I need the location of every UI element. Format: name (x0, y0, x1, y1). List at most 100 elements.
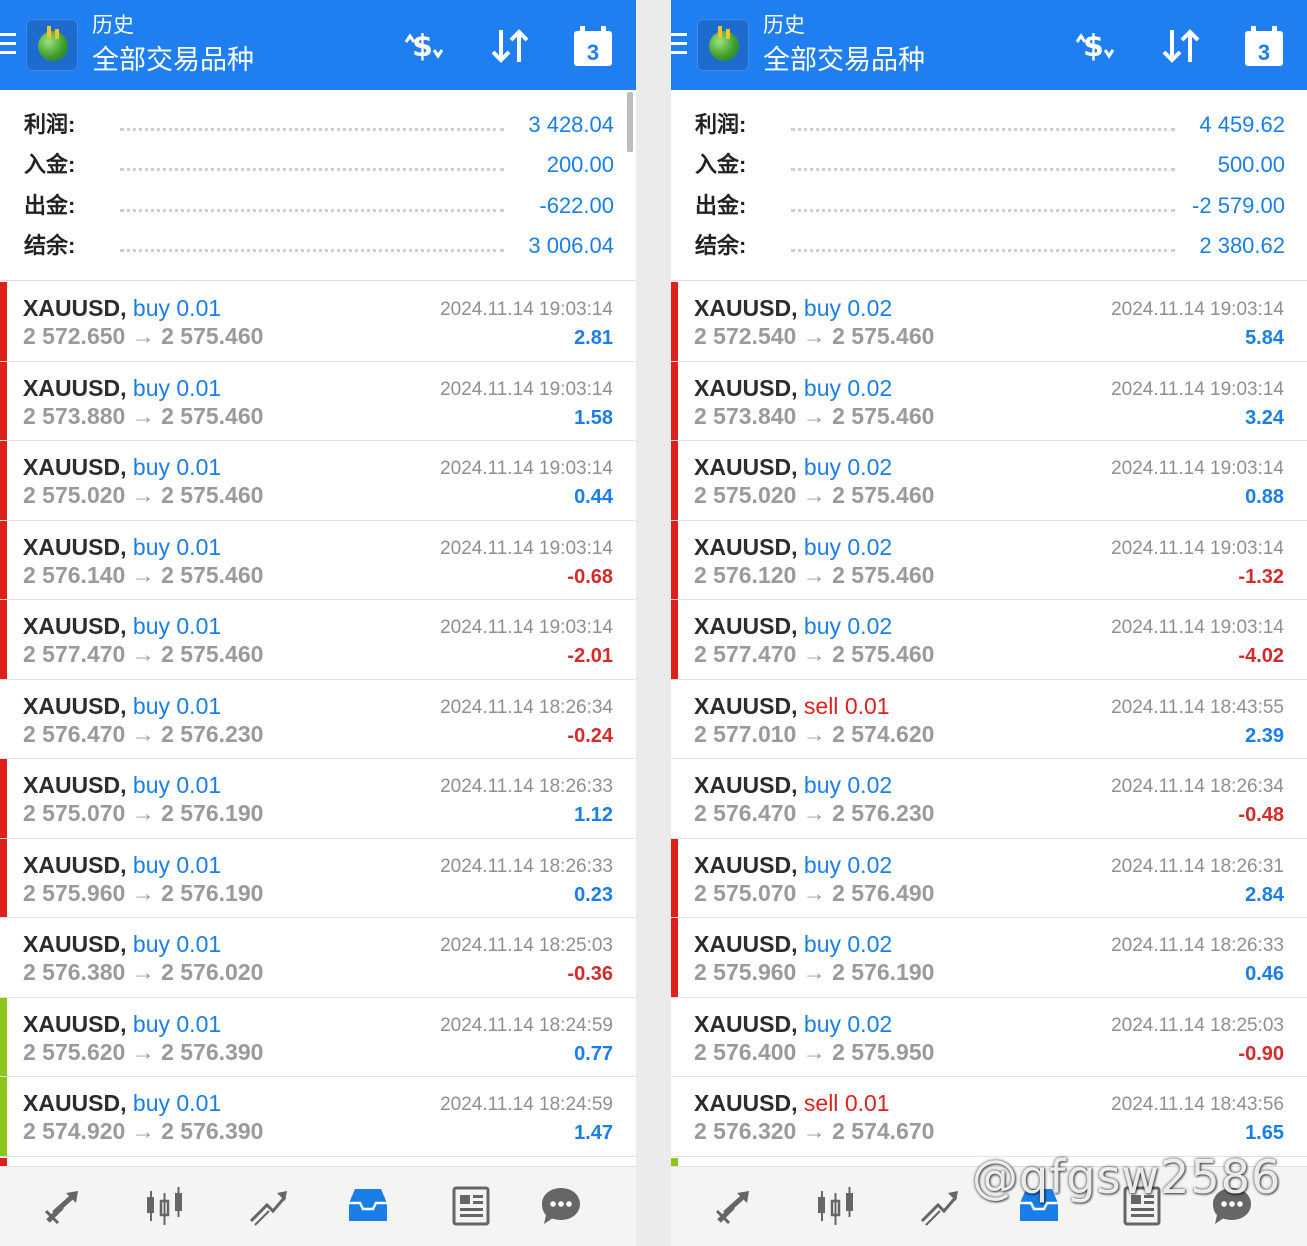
trade-profit: 2.39 (1245, 724, 1284, 747)
trade-symbol: XAUUSD, (23, 851, 127, 878)
trade-row[interactable]: XAUUSD, buy 0.02 2 576.400 → 2 575.950 202… (671, 998, 1307, 1077)
trade-row[interactable]: XAUUSD, buy 0.01 2 575.020 → 2 575.460 202… (0, 441, 636, 521)
arrow-right-icon: → (802, 720, 826, 747)
trade-volume: 0.01 (176, 1010, 222, 1037)
trade-title: XAUUSD, buy 0.02 (694, 374, 892, 402)
arrow-right-icon: → (131, 959, 155, 985)
trade-direction: buy (803, 1010, 841, 1037)
open-price: 2 575.070 (23, 800, 126, 826)
trade-status-stripe (0, 520, 7, 599)
open-price: 2 575.020 (23, 482, 126, 508)
trade-time: 2024.11.14 19:03:14 (1111, 458, 1284, 479)
money-exchange-icon[interactable]: $ (402, 24, 446, 68)
trade-row[interactable]: XAUUSD, buy 0.01 2 572.650 → 2 575.460 202… (0, 282, 636, 362)
trade-profit: -0.90 (1238, 1042, 1284, 1065)
trade-prices: 2 576.320 → 2 574.670 (694, 1117, 934, 1145)
trade-time: 2024.11.14 19:03:14 (440, 458, 613, 479)
trade-profit: 0.46 (1245, 963, 1284, 985)
trade-row[interactable]: XAUUSD, sell 0.01 2 577.010 → 2 574.620 20… (671, 680, 1307, 759)
close-price: 2 574.620 (832, 720, 935, 747)
nav-chart-candles-icon[interactable] (142, 1183, 188, 1229)
trade-prices: 2 575.960 → 2 576.190 (694, 958, 934, 986)
trade-time: 2024.11.14 19:03:14 (1111, 378, 1284, 400)
summary-value: 4 459.62 (1191, 110, 1285, 140)
trade-direction: buy (132, 1010, 170, 1037)
trade-row[interactable]: XAUUSD, buy 0.02 2 575.070 → 2 576.490 202… (671, 838, 1307, 918)
trade-row[interactable]: XAUUSD, buy 0.01 2 573.880 → 2 575.460 202… (0, 361, 636, 441)
trade-profit: 2.81 (574, 327, 613, 349)
trade-title: XAUUSD, buy 0.01 (23, 930, 221, 958)
close-price: 2 575.460 (832, 323, 935, 349)
summary-row-withdrawal: 出金: -2 579.00 (695, 191, 1285, 221)
close-price: 2 576.230 (161, 720, 264, 747)
nav-chat-icon[interactable] (538, 1183, 584, 1229)
symbol-filter[interactable]: 全部交易品种 (763, 44, 925, 76)
trade-row[interactable]: XAUUSD, buy 0.02 2 575.020 → 2 575.460 202… (671, 441, 1307, 521)
trade-row[interactable]: XAUUSD, buy 0.01 2 575.070 → 2 576.190 202… (0, 759, 636, 839)
arrow-right-icon: → (802, 959, 826, 985)
calendar-icon[interactable]: 3 (1242, 24, 1286, 68)
nav-history-icon[interactable] (345, 1183, 391, 1229)
trade-symbol: XAUUSD, (23, 613, 127, 639)
trade-direction: buy (803, 295, 841, 321)
open-price: 2 577.470 (694, 641, 797, 667)
trade-status-stripe (671, 600, 678, 679)
account-summary: 利润: 3 428.04 入金: 200.00 出金: -622.00 结余: … (0, 90, 636, 281)
trade-volume: 0.01 (176, 772, 222, 798)
trade-row[interactable]: XAUUSD, buy 0.01 2 574.920 → 2 576.390 202… (0, 1077, 636, 1157)
trade-row[interactable]: XAUUSD, buy 0.02 2 575.960 → 2 576.190 202… (671, 918, 1307, 998)
trade-row[interactable]: XAUUSD, buy 0.02 2 576.470 → 2 576.230 202… (671, 759, 1307, 839)
trade-time: 2024.11.14 19:03:14 (440, 378, 613, 400)
app-header: 历史 全部交易品种 $ 3 (0, 0, 636, 90)
open-price: 2 573.840 (694, 402, 797, 429)
trade-row[interactable]: XAUUSD, buy 0.01 2 575.620 → 2 576.390 202… (0, 997, 636, 1077)
trade-row[interactable]: XAUUSD, buy 0.02 2 573.840 → 2 575.460 202… (671, 361, 1307, 441)
trade-status-stripe (0, 759, 7, 838)
nav-trade-icon[interactable] (245, 1183, 291, 1229)
trade-direction: buy (132, 772, 170, 798)
nav-trade-icon[interactable] (916, 1183, 962, 1229)
trade-title: XAUUSD, buy 0.02 (694, 294, 892, 322)
open-price: 2 576.470 (23, 720, 126, 747)
calendar-icon[interactable]: 3 (571, 24, 615, 68)
symbol-filter[interactable]: 全部交易品种 (92, 44, 254, 76)
trade-title: XAUUSD, buy 0.02 (694, 930, 892, 958)
summary-row-balance: 结余: 2 380.62 (695, 231, 1285, 261)
menu-icon[interactable] (671, 33, 687, 57)
open-price: 2 576.320 (694, 1118, 797, 1144)
trade-profit: 5.84 (1245, 327, 1284, 349)
trade-row[interactable]: XAUUSD, buy 0.02 2 577.470 → 2 575.460 202… (671, 600, 1307, 680)
sort-icon[interactable] (488, 24, 532, 68)
trade-prices: 2 576.400 → 2 575.950 (694, 1038, 934, 1066)
trade-row[interactable]: XAUUSD, buy 0.01 2 576.380 → 2 576.020 202… (0, 918, 636, 998)
trade-row[interactable]: XAUUSD, buy 0.01 2 576.140 → 2 575.460 202… (0, 520, 636, 600)
trade-profit: -1.32 (1238, 565, 1284, 588)
trade-row[interactable]: XAUUSD, sell 0.01 2 576.320 → 2 574.670 20… (671, 1077, 1307, 1157)
app-header: 历史 全部交易品种 $ 3 (671, 0, 1307, 90)
trade-status-stripe (671, 759, 678, 838)
nav-chart-candles-icon[interactable] (813, 1183, 859, 1229)
trade-direction: buy (132, 295, 170, 321)
nav-quotes-icon[interactable] (40, 1183, 86, 1229)
arrow-right-icon: → (131, 879, 155, 906)
trade-list: XAUUSD, buy 0.02 2 572.540 → 2 575.460 202… (671, 282, 1307, 1157)
trade-row[interactable]: XAUUSD, buy 0.02 2 572.540 → 2 575.460 202… (671, 282, 1307, 362)
trade-title: XAUUSD, sell 0.01 (694, 1089, 890, 1117)
summary-value: 500.00 (1209, 150, 1285, 180)
menu-icon[interactable] (0, 33, 16, 57)
trade-row[interactable]: XAUUSD, buy 0.01 2 577.470 → 2 575.460 202… (0, 600, 636, 680)
open-price: 2 576.120 (694, 561, 797, 588)
nav-news-icon[interactable] (448, 1183, 494, 1229)
trade-volume: 0.02 (847, 1010, 893, 1037)
close-price: 2 575.460 (832, 561, 935, 588)
trade-row[interactable]: XAUUSD, buy 0.01 2 575.960 → 2 576.190 202… (0, 838, 636, 918)
trade-symbol: XAUUSD, (694, 1090, 798, 1116)
trade-row[interactable]: XAUUSD, buy 0.02 2 576.120 → 2 575.460 202… (671, 520, 1307, 600)
trade-profit: 0.44 (574, 486, 613, 508)
money-exchange-icon[interactable]: $ (1073, 24, 1117, 68)
trade-row[interactable]: XAUUSD, buy 0.01 2 576.470 → 2 576.230 202… (0, 680, 636, 759)
trade-time: 2024.11.14 18:26:33 (1111, 935, 1284, 956)
sort-icon[interactable] (1159, 24, 1203, 68)
nav-quotes-icon[interactable] (711, 1183, 757, 1229)
trade-profit: 1.58 (574, 406, 613, 429)
